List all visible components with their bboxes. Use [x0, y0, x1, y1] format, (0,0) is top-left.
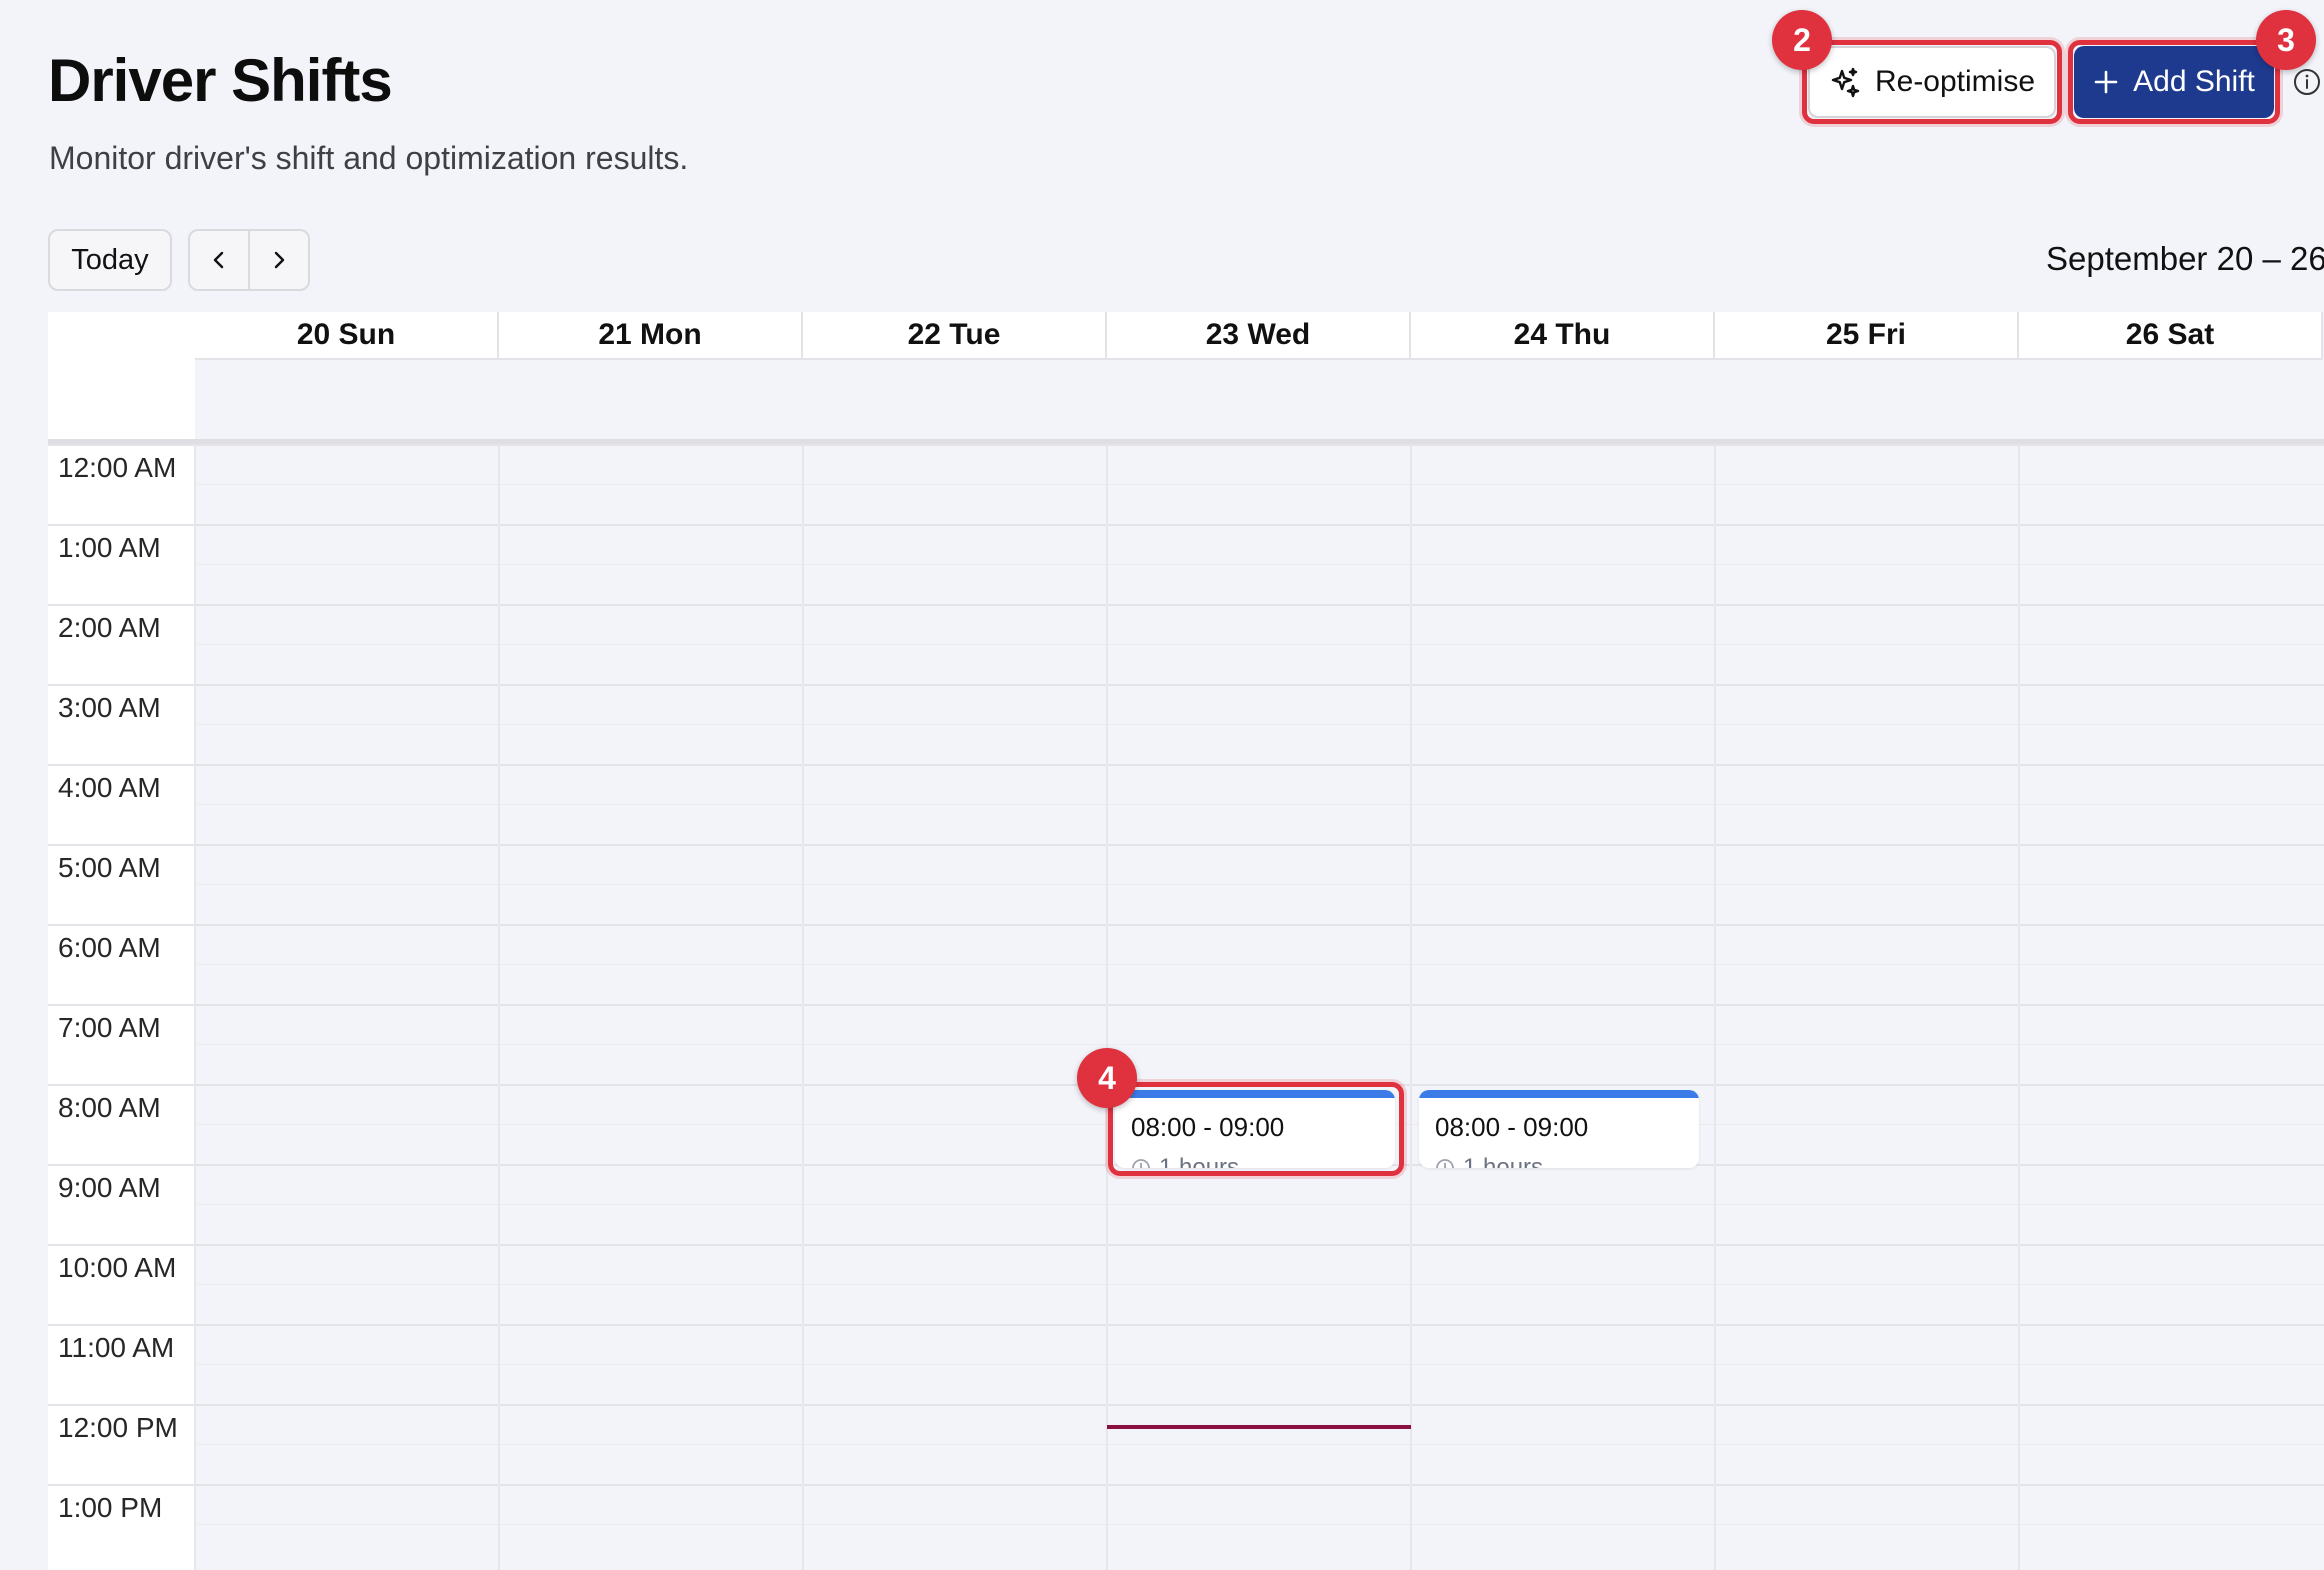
date-range-label: September 20 – 26 — [2046, 240, 2324, 277]
hour-label: 5:00 AM — [58, 852, 161, 883]
clock-icon — [1132, 1159, 1150, 1168]
day-column-divider — [802, 444, 804, 1570]
plus-icon — [2093, 69, 2119, 95]
half-hour-gridline — [195, 564, 2324, 565]
hour-gridline — [48, 1484, 2324, 1486]
event-duration-label: 1 hours — [1159, 1154, 1240, 1168]
day-header[interactable]: 23 Wed — [1107, 312, 1411, 360]
hour-gridline — [48, 524, 2324, 526]
hour-label: 10:00 AM — [58, 1252, 177, 1283]
today-button[interactable]: Today — [48, 229, 172, 291]
sparkles-icon — [1829, 66, 1861, 98]
half-hour-gridline — [195, 644, 2324, 645]
chevron-left-icon — [213, 251, 224, 269]
marker-event: 4 — [1077, 1048, 1137, 1108]
hour-gridline — [48, 1404, 2324, 1406]
half-hour-gridline — [195, 964, 2324, 965]
half-hour-gridline — [195, 1524, 2324, 1525]
day-column-divider — [1106, 444, 1108, 1570]
hour-gridline — [48, 1004, 2324, 1006]
event-color-bar — [1419, 1090, 1699, 1098]
week-calendar: 20 Sun 21 Mon 22 Tue 23 Wed 24 Thu 25 Fri 26 S… — [48, 312, 2324, 1570]
hour-label: 12:00 PM — [58, 1412, 178, 1443]
hour-label: 6:00 AM — [58, 932, 161, 963]
day-column-divider — [1410, 444, 1412, 1570]
add-shift-button[interactable]: Add Shift — [2074, 46, 2274, 118]
day-column-divider — [498, 444, 500, 1570]
page-title: Driver Shifts — [48, 47, 393, 114]
half-hour-gridline — [195, 1444, 2324, 1445]
page-subtitle: Monitor driver's shift and optimization … — [49, 140, 689, 176]
day-header[interactable]: 20 Sun — [195, 312, 499, 360]
week-navigation — [188, 229, 310, 291]
next-week-button[interactable] — [248, 231, 308, 289]
half-hour-gridline — [195, 484, 2324, 485]
all-day-row[interactable] — [48, 360, 2324, 440]
event-time: 08:00 - 09:00 — [1435, 1112, 1589, 1142]
hour-label: 4:00 AM — [58, 772, 161, 803]
half-hour-gridline — [195, 884, 2324, 885]
info-icon[interactable] — [2293, 68, 2321, 96]
hour-label: 2:00 AM — [58, 612, 161, 643]
day-column-divider — [1714, 444, 1716, 1570]
event-duration-label: 1 hours — [1463, 1154, 1544, 1168]
reoptimise-button[interactable]: Re-optimise — [1808, 46, 2056, 118]
half-hour-gridline — [195, 1204, 2324, 1205]
day-headers: 20 Sun 21 Mon 22 Tue 23 Wed 24 Thu 25 Fri 26 S… — [195, 312, 2323, 360]
hour-gridline — [48, 1084, 2324, 1086]
hour-gridline — [48, 764, 2324, 766]
day-header[interactable]: 22 Tue — [803, 312, 1107, 360]
hour-label: 3:00 AM — [58, 692, 161, 723]
hour-gridline — [48, 604, 2324, 606]
clock-icon — [1436, 1159, 1454, 1168]
hour-label: 1:00 AM — [58, 532, 161, 563]
event-time: 08:00 - 09:00 — [1131, 1112, 1285, 1142]
hour-label: 7:00 AM — [58, 1012, 161, 1043]
chevron-right-icon — [274, 251, 285, 269]
half-hour-gridline — [195, 1364, 2324, 1365]
hour-gridline — [48, 844, 2324, 846]
event-color-bar — [1115, 1090, 1395, 1098]
half-hour-gridline — [195, 1284, 2324, 1285]
day-column-divider — [194, 444, 196, 1570]
day-header[interactable]: 25 Fri — [1715, 312, 2019, 360]
hour-gridline — [48, 444, 2324, 446]
day-header[interactable]: 26 Sat — [2019, 312, 2323, 360]
day-header[interactable]: 21 Mon — [499, 312, 803, 360]
marker-reoptimise: 2 — [1772, 10, 1832, 70]
shift-event[interactable]: 08:00 - 09:00 1 hours — [1115, 1090, 1395, 1168]
event-duration: 1 hours — [1435, 1154, 1543, 1168]
add-shift-label: Add Shift — [2133, 65, 2255, 98]
hour-gridline — [48, 1244, 2324, 1246]
half-hour-gridline — [195, 804, 2324, 805]
hour-label: 9:00 AM — [58, 1172, 161, 1203]
driver-shifts-page: Driver Shifts Monitor driver's shift and… — [0, 0, 2324, 1570]
hour-label: 12:00 AM — [58, 452, 177, 483]
hour-label: 8:00 AM — [58, 1092, 161, 1123]
time-grid[interactable]: 12:00 AM 1:00 AM 2:00 AM 3:00 AM 4:00 AM 5:00… — [48, 444, 2324, 1570]
hour-label: 11:00 AM — [58, 1332, 175, 1363]
hour-gridline — [48, 924, 2324, 926]
reoptimise-label: Re-optimise — [1874, 65, 2036, 98]
day-header[interactable]: 24 Thu — [1411, 312, 1715, 360]
half-hour-gridline — [195, 1044, 2324, 1045]
current-time-indicator — [1107, 1425, 1411, 1429]
shift-event[interactable]: 08:00 - 09:00 1 hours — [1419, 1090, 1699, 1168]
hour-gridline — [48, 1324, 2324, 1326]
hour-label: 1:00 PM — [58, 1492, 163, 1523]
marker-add-shift: 3 — [2256, 10, 2316, 70]
day-column-divider — [2018, 444, 2020, 1570]
event-duration: 1 hours — [1131, 1154, 1239, 1168]
calendar-corner — [48, 312, 195, 440]
half-hour-gridline — [195, 724, 2324, 725]
previous-week-button[interactable] — [190, 231, 248, 289]
hour-gridline — [48, 684, 2324, 686]
